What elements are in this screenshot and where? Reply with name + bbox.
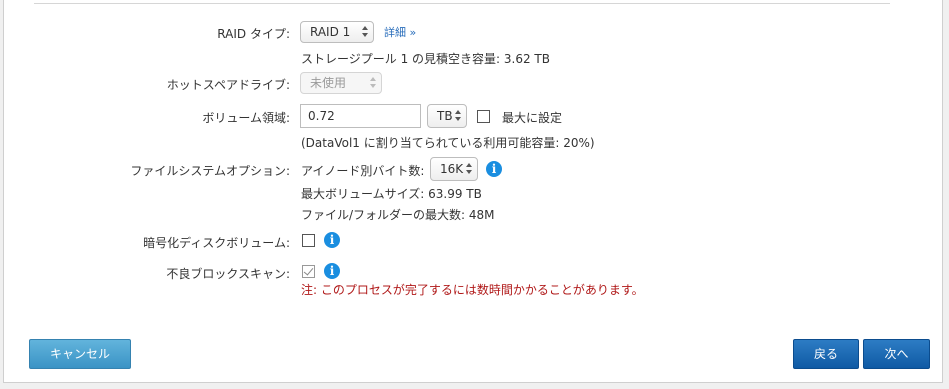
info-icon[interactable]: i (324, 232, 340, 248)
max-files-text: ファイル/フォルダーの最大数: 48M (301, 208, 495, 222)
inode-bytes-value: 16K (440, 162, 464, 176)
select-arrows-icon (370, 77, 376, 89)
encryption-checkbox[interactable] (302, 234, 315, 247)
encryption-label: 暗号化ディスクボリューム: (143, 236, 290, 250)
select-arrows-icon (466, 163, 472, 175)
badblock-warning: 注: このプロセスが完了するには数時間かかることがあります。 (301, 283, 644, 297)
volume-size-input[interactable]: 0.72 (300, 104, 421, 128)
info-icon[interactable]: i (324, 263, 340, 279)
volume-unit-select[interactable]: TB (427, 104, 467, 128)
set-max-label: 最大に設定 (502, 111, 563, 125)
select-arrows-icon (455, 110, 461, 122)
inode-bytes-label: アイノード別バイト数: (301, 164, 425, 178)
hotspare-label: ホットスペアドライブ: (166, 78, 290, 92)
inode-bytes-select[interactable]: 16K (430, 157, 478, 181)
set-max-checkbox[interactable] (477, 110, 490, 123)
raid-type-label: RAID タイプ: (217, 27, 290, 41)
next-button[interactable]: 次へ (863, 339, 930, 369)
raid-type-value: RAID 1 (310, 25, 351, 39)
info-icon[interactable]: i (486, 161, 502, 177)
raid-detail-link[interactable]: 詳細 » (384, 24, 416, 40)
raid-capacity-note: ストレージプール 1 の見積空き容量: 3.62 TB (301, 52, 550, 66)
back-button[interactable]: 戻る (793, 339, 859, 369)
hotspare-select[interactable]: 未使用 (300, 72, 382, 94)
hotspare-value: 未使用 (310, 76, 347, 90)
volume-size-label: ボリューム領域: (202, 111, 290, 125)
volume-available-note: (DataVol1 に割り当てられている利用可能容量: 20%) (301, 136, 595, 150)
raid-type-select[interactable]: RAID 1 (300, 21, 374, 43)
filesystem-options-label: ファイルシステムオプション: (130, 164, 290, 178)
max-volume-size-text: 最大ボリュームサイズ: 63.99 TB (301, 187, 482, 201)
top-divider (34, 3, 890, 4)
badblock-label: 不良ブロックスキャン: (166, 267, 290, 281)
badblock-checkbox[interactable] (302, 265, 315, 278)
cancel-button[interactable]: キャンセル (29, 339, 131, 369)
wizard-panel: RAID タイプ: RAID 1 詳細 » ストレージプール 1 の見積空き容量… (3, 0, 943, 383)
select-arrows-icon (362, 26, 368, 38)
volume-unit-value: TB (437, 109, 453, 123)
